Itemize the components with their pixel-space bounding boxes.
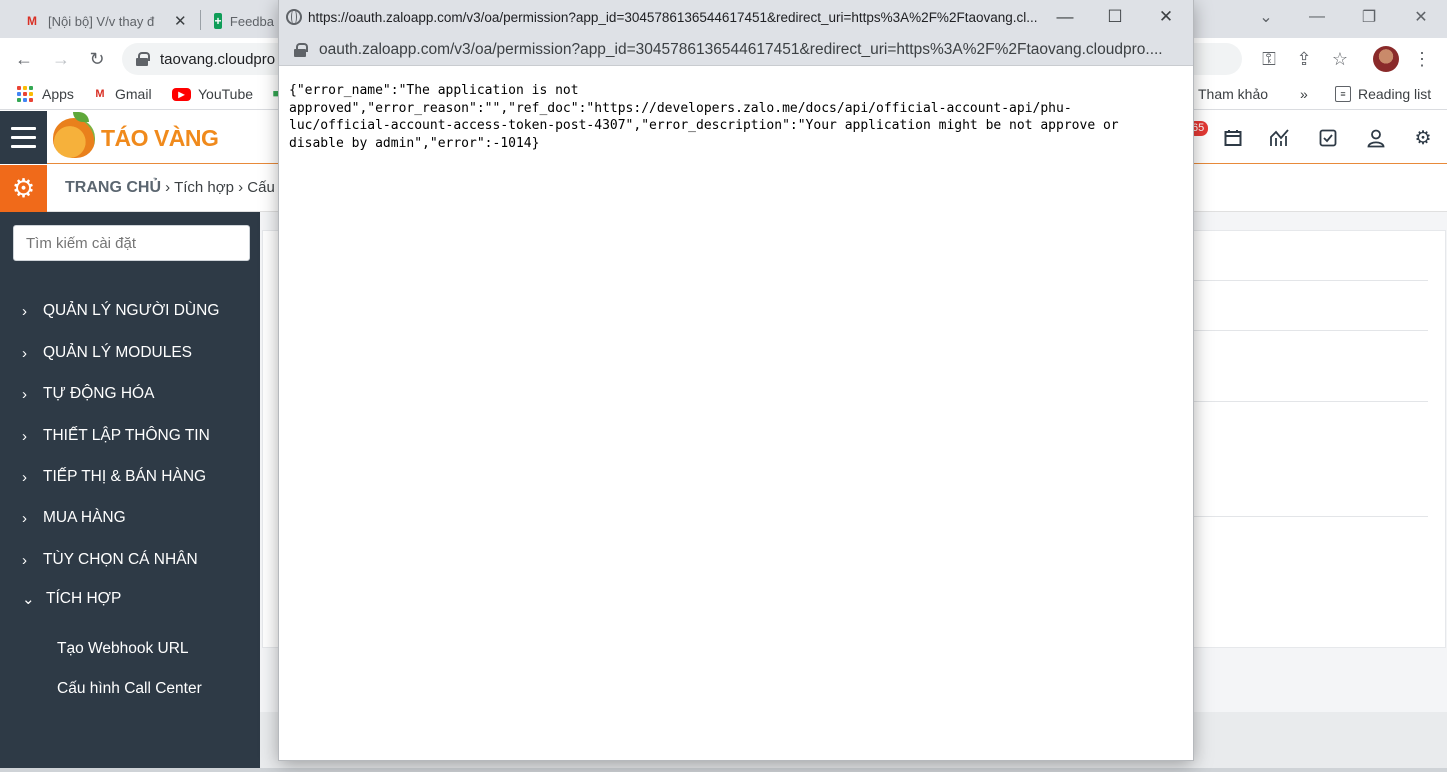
- maximize-icon[interactable]: ☐: [1090, 0, 1140, 34]
- tab-sheets[interactable]: + Feedba: [204, 4, 284, 38]
- chevron-down-icon: ⌄: [22, 591, 35, 608]
- restore-icon[interactable]: ❐: [1346, 0, 1392, 34]
- popup-title: https://oauth.zaloapp.com/v3/oa/permissi…: [308, 9, 1038, 25]
- close-window-icon[interactable]: ✕: [1398, 0, 1444, 34]
- reading-list-button[interactable]: ≡ Reading list: [1335, 86, 1431, 102]
- sidebar-item-modules[interactable]: › QUẢN LÝ MODULES: [22, 344, 192, 362]
- apps-grid-icon: [17, 86, 33, 102]
- settings-sidebar: › QUẢN LÝ NGƯỜI DÙNG › QUẢN LÝ MODULES ›…: [0, 212, 260, 772]
- sidebar-item-label: TÍCH HỢP: [46, 590, 122, 607]
- tab-gmail[interactable]: M [Nội bộ] V/v thay đ ✕: [14, 4, 199, 38]
- breadcrumb-home[interactable]: TRANG CHỦ: [65, 179, 161, 196]
- bookmark-apps[interactable]: Apps: [17, 86, 74, 102]
- chevron-right-icon: ›: [22, 385, 27, 403]
- sidebar-item-label: TIẾP THỊ & BÁN HÀNG: [43, 468, 207, 485]
- bookmark-star-icon[interactable]: ☆: [1326, 46, 1354, 72]
- sidebar-item-info-setup[interactable]: › THIẾT LẬP THÔNG TIN: [22, 427, 210, 445]
- sidebar-item-label: MUA HÀNG: [43, 509, 126, 526]
- lock-icon: [294, 42, 308, 57]
- globe-icon: [286, 9, 302, 25]
- more-bookmarks-button[interactable]: »: [1300, 86, 1308, 102]
- lock-icon: [136, 52, 150, 66]
- bookmark-label: YouTube: [198, 86, 254, 102]
- popup-url-text: oauth.zaloapp.com/v3/oa/permission?app_i…: [319, 40, 1163, 58]
- share-icon[interactable]: ⇪: [1290, 46, 1318, 72]
- checkbox-task-icon[interactable]: [1316, 126, 1340, 150]
- sidebar-item-label: TÙY CHỌN CÁ NHÂN: [43, 551, 198, 568]
- close-tab-icon[interactable]: ✕: [174, 12, 187, 30]
- more-bookmarks-label: »: [1300, 86, 1308, 102]
- apple-logo-icon: [53, 112, 95, 158]
- chevron-right-icon: ›: [22, 302, 27, 320]
- sidebar-item-automation[interactable]: › TỰ ĐỘNG HÓA: [22, 385, 154, 403]
- logo-text: TÁO VÀNG: [101, 124, 219, 151]
- settings-search-input[interactable]: [13, 225, 250, 261]
- minimize-icon[interactable]: —: [1040, 0, 1090, 34]
- popup-titlebar[interactable]: https://oauth.zaloapp.com/v3/oa/permissi…: [279, 0, 1193, 34]
- reading-list-icon: ≡: [1335, 86, 1351, 102]
- sidebar-item-label: QUẢN LÝ NGƯỜI DÙNG: [43, 302, 220, 319]
- breadcrumb-integration[interactable]: Tích hợp: [174, 179, 234, 196]
- divider: [1190, 401, 1428, 402]
- back-icon[interactable]: ←: [10, 46, 38, 72]
- sheets-icon: +: [214, 13, 222, 29]
- tab-title: Feedba: [229, 13, 274, 29]
- tab-search-icon[interactable]: ⌄: [1243, 0, 1289, 34]
- sidebar-subitem-webhook[interactable]: Tạo Webhook URL: [57, 640, 189, 658]
- user-icon[interactable]: [1364, 126, 1388, 150]
- bookmark-youtube[interactable]: ▶ YouTube: [172, 86, 253, 102]
- bookmark-gmail[interactable]: M Gmail: [92, 86, 152, 102]
- tab-separator: [200, 10, 201, 30]
- bottom-strip: [0, 768, 1447, 772]
- breadcrumb-current: Cấu: [247, 179, 275, 196]
- bookmark-tham-khao[interactable]: Tham khảo: [1198, 86, 1268, 102]
- sidebar-item-purchasing[interactable]: › MUA HÀNG: [22, 509, 126, 527]
- app-logo[interactable]: TÁO VÀNG: [53, 112, 219, 158]
- bookmark-label: Gmail: [115, 86, 152, 102]
- chevron-right-icon: ›: [22, 509, 27, 527]
- chevron-right-icon: ›: [22, 344, 27, 362]
- close-window-icon[interactable]: ✕: [1141, 0, 1191, 34]
- chevron-right-icon: ›: [22, 468, 27, 486]
- chevron-right-icon: ›: [165, 179, 171, 196]
- sidebar-item-label: TỰ ĐỘNG HÓA: [43, 385, 155, 402]
- sidebar-item-label: QUẢN LÝ MODULES: [43, 344, 193, 361]
- bookmark-label: Apps: [42, 86, 74, 102]
- chevron-right-icon: ›: [22, 551, 27, 569]
- divider: [1190, 516, 1428, 517]
- chart-icon[interactable]: [1268, 126, 1292, 150]
- sidebar-item-user-management[interactable]: › QUẢN LÝ NGƯỜI DÙNG: [22, 302, 219, 320]
- divider: [1190, 330, 1428, 331]
- reading-list-label: Reading list: [1358, 86, 1432, 102]
- address-text: taovang.cloudpro: [160, 50, 276, 68]
- gmail-icon: M: [27, 14, 37, 28]
- key-icon[interactable]: ⚿: [1255, 46, 1283, 72]
- oauth-popup-window: https://oauth.zaloapp.com/v3/oa/permissi…: [279, 0, 1193, 760]
- sidebar-subitem-call-center[interactable]: Cấu hình Call Center: [57, 680, 202, 698]
- reload-icon[interactable]: ↻: [83, 46, 111, 72]
- chevron-right-icon: ›: [238, 179, 244, 196]
- profile-avatar[interactable]: [1373, 46, 1399, 72]
- bookmark-label: Tham khảo: [1198, 86, 1269, 102]
- sidebar-item-label: THIẾT LẬP THÔNG TIN: [43, 427, 210, 444]
- menu-kebab-icon[interactable]: ⋮: [1408, 46, 1436, 72]
- chevron-right-icon: ›: [22, 427, 27, 445]
- minimize-icon[interactable]: —: [1294, 0, 1340, 34]
- settings-gear-icon[interactable]: ⚙: [1411, 126, 1435, 150]
- gmail-icon: M: [95, 88, 105, 100]
- sidebar-item-marketing-sales[interactable]: › TIẾP THỊ & BÁN HÀNG: [22, 468, 206, 486]
- hamburger-menu-icon[interactable]: [0, 111, 47, 164]
- popup-address-bar[interactable]: oauth.zaloapp.com/v3/oa/permission?app_i…: [279, 34, 1193, 66]
- tab-title: [Nội bộ] V/v thay đ: [48, 13, 155, 29]
- sidebar-item-personal-options[interactable]: › TÙY CHỌN CÁ NHÂN: [22, 551, 198, 569]
- calendar-icon[interactable]: [1221, 126, 1245, 150]
- forward-icon[interactable]: →: [47, 46, 75, 72]
- error-json-text: {"error_name":"The application is not ap…: [289, 83, 1119, 151]
- breadcrumb: TRANG CHỦ › Tích hợp › Cấu: [65, 179, 275, 197]
- youtube-icon: ▶: [172, 87, 191, 101]
- divider: [1190, 280, 1428, 281]
- settings-gear-icon[interactable]: ⚙: [0, 165, 47, 212]
- sidebar-item-integration[interactable]: ⌄ TÍCH HỢP: [22, 590, 121, 608]
